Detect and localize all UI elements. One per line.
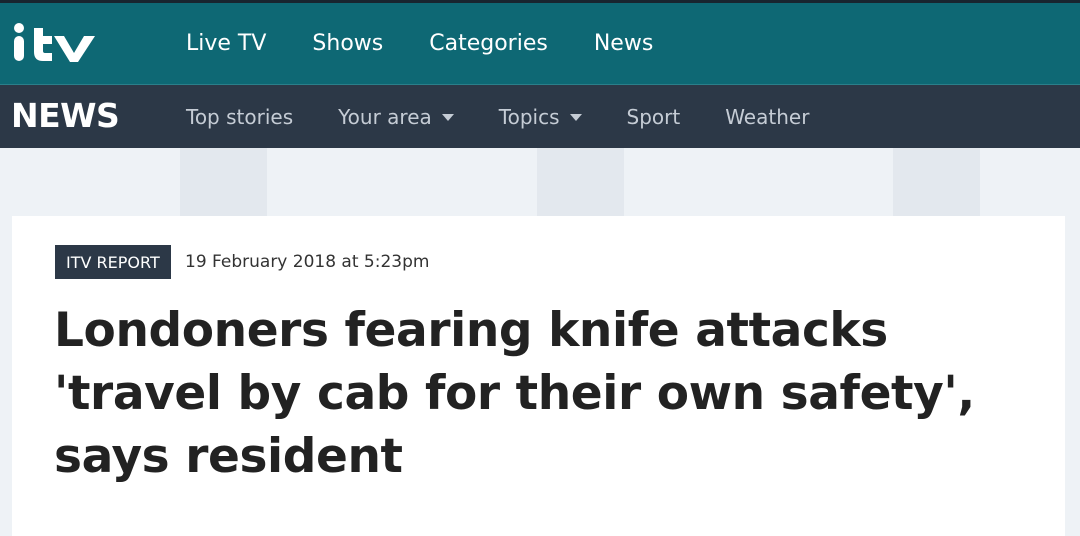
sub-nav-topics-label: Topics: [498, 104, 560, 129]
sub-nav-weather[interactable]: Weather: [725, 105, 809, 129]
sub-nav-topics[interactable]: Topics: [499, 105, 582, 129]
top-nav-live-tv[interactable]: Live TV: [186, 31, 266, 56]
top-nav-shows[interactable]: Shows: [312, 31, 383, 56]
sub-nav-your-area-label: Your area: [338, 104, 432, 129]
background-stripe: [893, 148, 980, 216]
itv-report-badge: ITV REPORT: [55, 245, 171, 279]
itv-logo[interactable]: [12, 21, 98, 63]
sub-nav-top-stories[interactable]: Top stories: [186, 105, 293, 129]
background-stripe: [537, 148, 624, 216]
news-sub-navigation: NEWS Top stories Your area Topics Sport …: [0, 85, 1080, 148]
sub-nav-menu: Top stories Your area Topics Sport Weath…: [186, 85, 854, 148]
news-section-logo[interactable]: NEWS: [11, 96, 120, 135]
article-headline: Londoners fearing knife attacks 'travel …: [54, 303, 975, 484]
sub-nav-sport[interactable]: Sport: [627, 105, 681, 129]
hero-background: [0, 148, 1080, 216]
sub-nav-sport-label: Sport: [626, 104, 681, 129]
top-navigation-bar: Live TV Shows Categories News: [0, 3, 1080, 84]
article-card: ITV REPORT 19 February 2018 at 5:23pm Lo…: [12, 216, 1065, 536]
article-date: 19 February 2018 at 5:23pm: [185, 252, 430, 272]
background-stripe: [180, 148, 267, 216]
top-nav-categories[interactable]: Categories: [429, 31, 548, 56]
sub-nav-weather-label: Weather: [725, 104, 810, 129]
caret-down-icon: [569, 114, 582, 121]
itv-logo-icon: [14, 23, 95, 62]
sub-nav-your-area[interactable]: Your area: [338, 105, 454, 129]
caret-down-icon: [441, 114, 454, 121]
top-nav-news[interactable]: News: [594, 31, 653, 56]
top-nav-menu: Live TV Shows Categories News: [186, 3, 699, 84]
sub-nav-top-stories-label: Top stories: [186, 104, 294, 129]
